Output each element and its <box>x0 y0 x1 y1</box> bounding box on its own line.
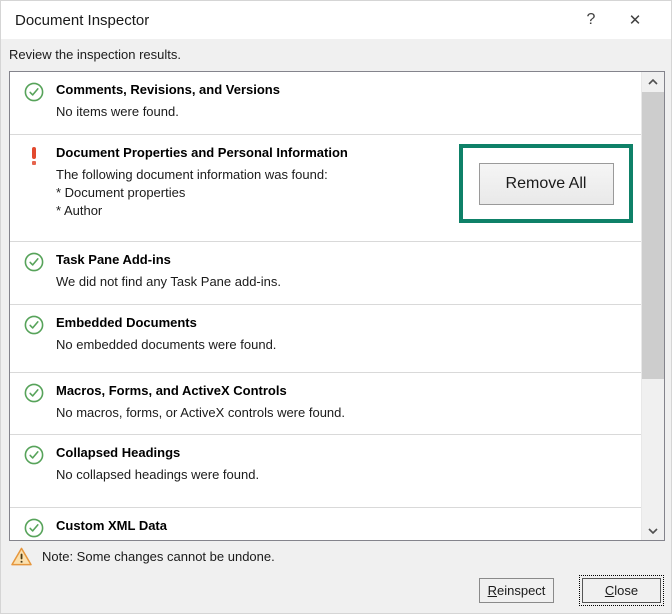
close-button-focus-ring: Close <box>579 575 664 606</box>
close-button[interactable]: Close <box>582 578 661 603</box>
section-icon-column <box>24 251 44 304</box>
inspection-section: Embedded Documents No embedded documents… <box>10 305 641 373</box>
inspection-section: Custom XML Data <box>10 508 641 540</box>
inspection-section: Comments, Revisions, and Versions No ite… <box>10 72 641 135</box>
remove-all-button[interactable]: Remove All <box>478 162 614 205</box>
inspection-section: Collapsed Headings No collapsed headings… <box>10 435 641 508</box>
scrollbar-thumb[interactable] <box>642 92 664 379</box>
warning-icon <box>11 547 32 566</box>
section-icon-column <box>24 444 44 507</box>
section-text: Macros, Forms, and ActiveX Controls No m… <box>56 382 641 434</box>
inspection-section: Task Pane Add-ins We did not find any Ta… <box>10 242 641 305</box>
section-lines: No macros, forms, or ActiveX controls we… <box>56 404 641 422</box>
check-circle-icon <box>24 445 44 465</box>
section-icon-column <box>24 314 44 372</box>
highlight-annotation: Remove All <box>459 144 633 223</box>
section-icon-column <box>24 81 44 134</box>
section-detail-line: No collapsed headings were found. <box>56 467 260 482</box>
section-detail-line: No items were found. <box>56 104 179 119</box>
section-lines: No collapsed headings were found. <box>56 466 641 484</box>
document-inspector-dialog: Document Inspector ? ✕ Review the inspec… <box>0 0 672 614</box>
section-text: Embedded Documents No embedded documents… <box>56 314 641 372</box>
reinspect-button[interactable]: Reinspect <box>479 578 554 603</box>
inspection-sections: Comments, Revisions, and Versions No ite… <box>10 72 641 540</box>
close-icon[interactable]: ✕ <box>613 1 657 39</box>
section-text: Task Pane Add-ins We did not find any Ta… <box>56 251 641 304</box>
section-icon-column <box>24 144 44 241</box>
section-text: Comments, Revisions, and Versions No ite… <box>56 81 641 134</box>
section-text: Collapsed Headings No collapsed headings… <box>56 444 641 507</box>
exclamation-icon <box>24 145 44 241</box>
check-circle-icon <box>24 383 44 403</box>
note-text: Note: Some changes cannot be undone. <box>42 549 275 564</box>
section-title: Custom XML Data <box>56 518 167 533</box>
check-circle-icon <box>24 82 44 102</box>
section-detail-line: No macros, forms, or ActiveX controls we… <box>56 405 345 420</box>
inspection-section: Macros, Forms, and ActiveX Controls No m… <box>10 373 641 435</box>
section-title: Task Pane Add-ins <box>56 252 171 267</box>
section-lines: We did not find any Task Pane add-ins. <box>56 273 641 291</box>
dialog-subtitle: Review the inspection results. <box>1 39 671 69</box>
scroll-up-icon[interactable] <box>642 72 664 91</box>
check-circle-icon <box>24 518 44 538</box>
section-title: Macros, Forms, and ActiveX Controls <box>56 383 287 398</box>
check-circle-icon <box>24 252 44 272</box>
section-title: Collapsed Headings <box>56 445 181 460</box>
section-icon-column <box>24 517 44 540</box>
section-icon-column <box>24 382 44 434</box>
footer-note: Note: Some changes cannot be undone. <box>11 547 275 566</box>
check-circle-icon <box>24 315 44 335</box>
help-icon[interactable]: ? <box>569 1 613 39</box>
section-text: Custom XML Data <box>56 517 641 540</box>
dialog-title: Document Inspector <box>15 11 150 29</box>
titlebar-buttons: ? ✕ <box>569 1 657 39</box>
section-lines: No items were found. <box>56 103 641 121</box>
section-detail-line: No embedded documents were found. <box>56 337 277 352</box>
inspection-list: Comments, Revisions, and Versions No ite… <box>9 71 665 541</box>
section-lines: No embedded documents were found. <box>56 336 641 354</box>
section-title: Comments, Revisions, and Versions <box>56 82 280 97</box>
titlebar: Document Inspector ? ✕ <box>1 1 671 39</box>
scroll-down-icon[interactable] <box>642 521 664 540</box>
inspection-section: Document Properties and Personal Informa… <box>10 135 641 242</box>
vertical-scrollbar[interactable] <box>641 72 664 540</box>
section-title: Embedded Documents <box>56 315 197 330</box>
section-detail-line: We did not find any Task Pane add-ins. <box>56 274 281 289</box>
